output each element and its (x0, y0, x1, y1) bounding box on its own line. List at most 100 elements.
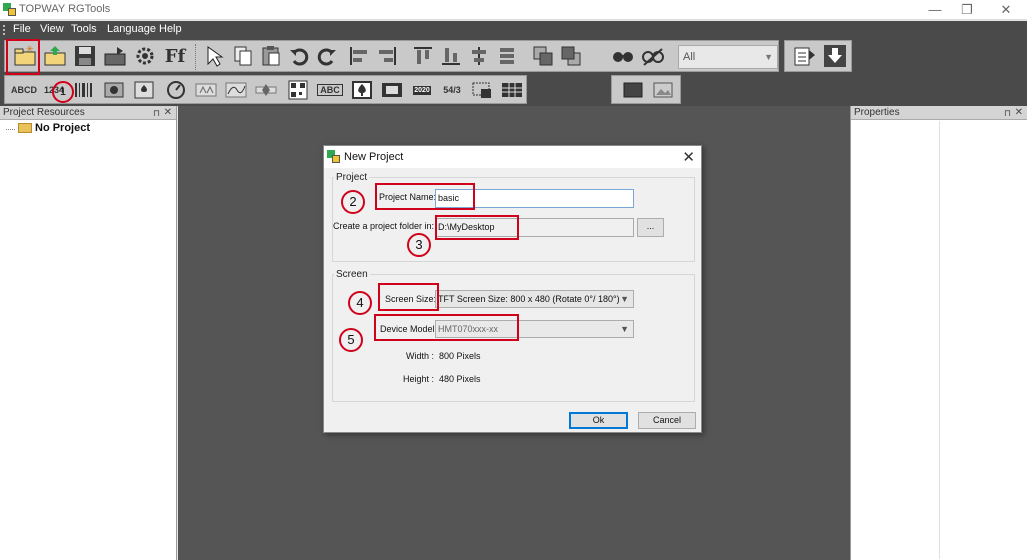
align-right-icon[interactable] (373, 42, 401, 70)
project-folder-label: Create a project folder in: (333, 221, 435, 231)
gauge-icon[interactable] (163, 79, 189, 101)
curve-chart-icon[interactable] (223, 79, 249, 101)
screen-size-select[interactable]: TFT Screen Size: 800 x 480 (Rotate 0°/ 1… (435, 290, 634, 308)
app-logo-icon (327, 150, 340, 163)
page-toolbar (611, 75, 681, 104)
menu-view[interactable]: View (40, 23, 64, 35)
screen-group-label: Screen (334, 269, 370, 280)
menu-tools[interactable]: Tools (71, 23, 97, 35)
copy-icon[interactable] (229, 42, 257, 70)
align-center-icon[interactable] (465, 42, 493, 70)
variable-icon[interactable] (193, 79, 219, 101)
widget-toolbar: ABCD 1234 ABC 2020 54/3 (4, 75, 527, 104)
annotation-box-project-name (375, 183, 475, 210)
hide-glasses-icon[interactable] (639, 42, 667, 70)
properties-header: Properties ⊓ ✕ (851, 106, 1027, 120)
dialog-close-button[interactable]: ✕ (682, 148, 695, 166)
select-pointer-icon[interactable] (201, 42, 229, 70)
ok-button[interactable]: Ok (569, 412, 628, 429)
project-resources-header: Project Resources ⊓ ✕ (0, 106, 176, 120)
grid-table-icon[interactable] (499, 79, 525, 101)
app-title: TOPWAY RGTools (19, 3, 111, 15)
pin-icon[interactable]: ⊓ (1004, 106, 1011, 120)
menu-help[interactable]: Help (159, 23, 182, 35)
cancel-button[interactable]: Cancel (638, 412, 696, 429)
annotation-step-3: 3 (407, 233, 431, 257)
annotation-box-new-project (6, 39, 40, 75)
close-panel-icon[interactable]: ✕ (164, 106, 172, 120)
chevron-down-icon: ▼ (764, 52, 773, 62)
spade-button-icon[interactable] (349, 79, 375, 101)
project-resources-panel: Project Resources ⊓ ✕ No Project (0, 106, 177, 560)
width-label: Width : (406, 351, 435, 361)
project-group-label: Project (334, 172, 370, 183)
annotation-box-screen-size (378, 283, 439, 311)
spade-icon[interactable] (131, 79, 157, 101)
undo-icon[interactable] (285, 42, 313, 70)
pin-icon[interactable]: ⊓ (153, 106, 160, 120)
annotation-step-4: 4 (348, 291, 372, 315)
align-bottom-icon[interactable] (437, 42, 465, 70)
menu-file[interactable]: File (13, 23, 31, 35)
height-label: Height : (403, 374, 435, 384)
annotation-step-1: 1 (52, 81, 74, 103)
annotation-box-project-folder (435, 215, 519, 240)
menu-bar: File View Tools Language Help (0, 21, 1027, 38)
align-top-icon[interactable] (409, 42, 437, 70)
rtc-date-label: 2020 (413, 85, 431, 95)
app-logo-icon (3, 3, 16, 16)
redo-icon[interactable] (313, 42, 341, 70)
preview-glasses-icon[interactable] (609, 42, 637, 70)
dialog-titlebar: New Project ✕ (324, 146, 701, 168)
tree-root-item[interactable]: No Project (8, 122, 90, 134)
align-left-icon[interactable] (345, 42, 373, 70)
menu-popup-icon[interactable] (469, 79, 495, 101)
annotation-step-5: 5 (339, 328, 363, 352)
window-titlebar: TOPWAY RGTools — ❐ ✕ (0, 0, 1027, 20)
tree-root-label: No Project (35, 122, 91, 134)
rtc-date-widget-button[interactable]: 2020 (409, 79, 435, 101)
close-window-button[interactable]: ✕ (986, 0, 1026, 20)
restore-button[interactable]: ❐ (947, 0, 987, 20)
project-resources-title: Project Resources (3, 107, 85, 118)
browse-folder-button[interactable]: ... (637, 218, 664, 237)
slider-icon[interactable] (253, 79, 279, 101)
qr-code-icon[interactable] (285, 79, 311, 101)
open-project-icon[interactable] (41, 42, 69, 70)
main-toolbar: ✳ Ff All ▼ (4, 40, 779, 72)
numeric-display-widget-button[interactable]: 54/3 (439, 79, 465, 101)
save-icon[interactable] (71, 42, 99, 70)
barcode-icon[interactable] (71, 79, 97, 101)
font-icon[interactable]: Ff (161, 42, 189, 70)
filter-combo[interactable]: All ▼ (678, 45, 778, 69)
dialog-title: New Project (344, 151, 404, 163)
properties-title: Properties (854, 107, 900, 118)
toolbar-area: ✳ Ff All ▼ ABCD 1234 ABC 2020 54/3 (0, 38, 1027, 106)
text-input-widget-button[interactable]: ABC (315, 79, 345, 101)
export-icon[interactable] (101, 42, 129, 70)
compile-list-icon[interactable] (791, 42, 819, 70)
menu-language[interactable]: Language (107, 23, 156, 35)
download-icon[interactable] (821, 42, 849, 70)
folder-icon (18, 123, 32, 133)
close-panel-icon[interactable]: ✕ (1015, 106, 1023, 120)
paste-icon[interactable] (257, 42, 285, 70)
settings-gear-icon[interactable] (131, 42, 159, 70)
width-value: 800 Pixels (439, 351, 481, 361)
chevron-down-icon: ▼ (620, 324, 629, 334)
chevron-down-icon: ▼ (620, 294, 629, 304)
film-animation-icon[interactable] (379, 79, 405, 101)
page-image-icon[interactable] (650, 79, 676, 101)
filter-combo-value: All (683, 51, 696, 63)
text-input-widget-label: ABC (317, 84, 343, 96)
distribute-icon[interactable] (493, 42, 521, 70)
page-frame-icon[interactable] (620, 79, 646, 101)
send-back-icon[interactable] (557, 42, 585, 70)
icon-widget-icon[interactable] (101, 79, 127, 101)
menu-grip-icon (3, 25, 6, 35)
screen-size-value: TFT Screen Size: 800 x 480 (Rotate 0°/ 1… (438, 294, 620, 304)
download-toolbar (784, 40, 852, 72)
properties-panel: Properties ⊓ ✕ (850, 106, 1027, 560)
text-widget-button[interactable]: ABCD (9, 79, 39, 101)
bring-front-icon[interactable] (529, 42, 557, 70)
